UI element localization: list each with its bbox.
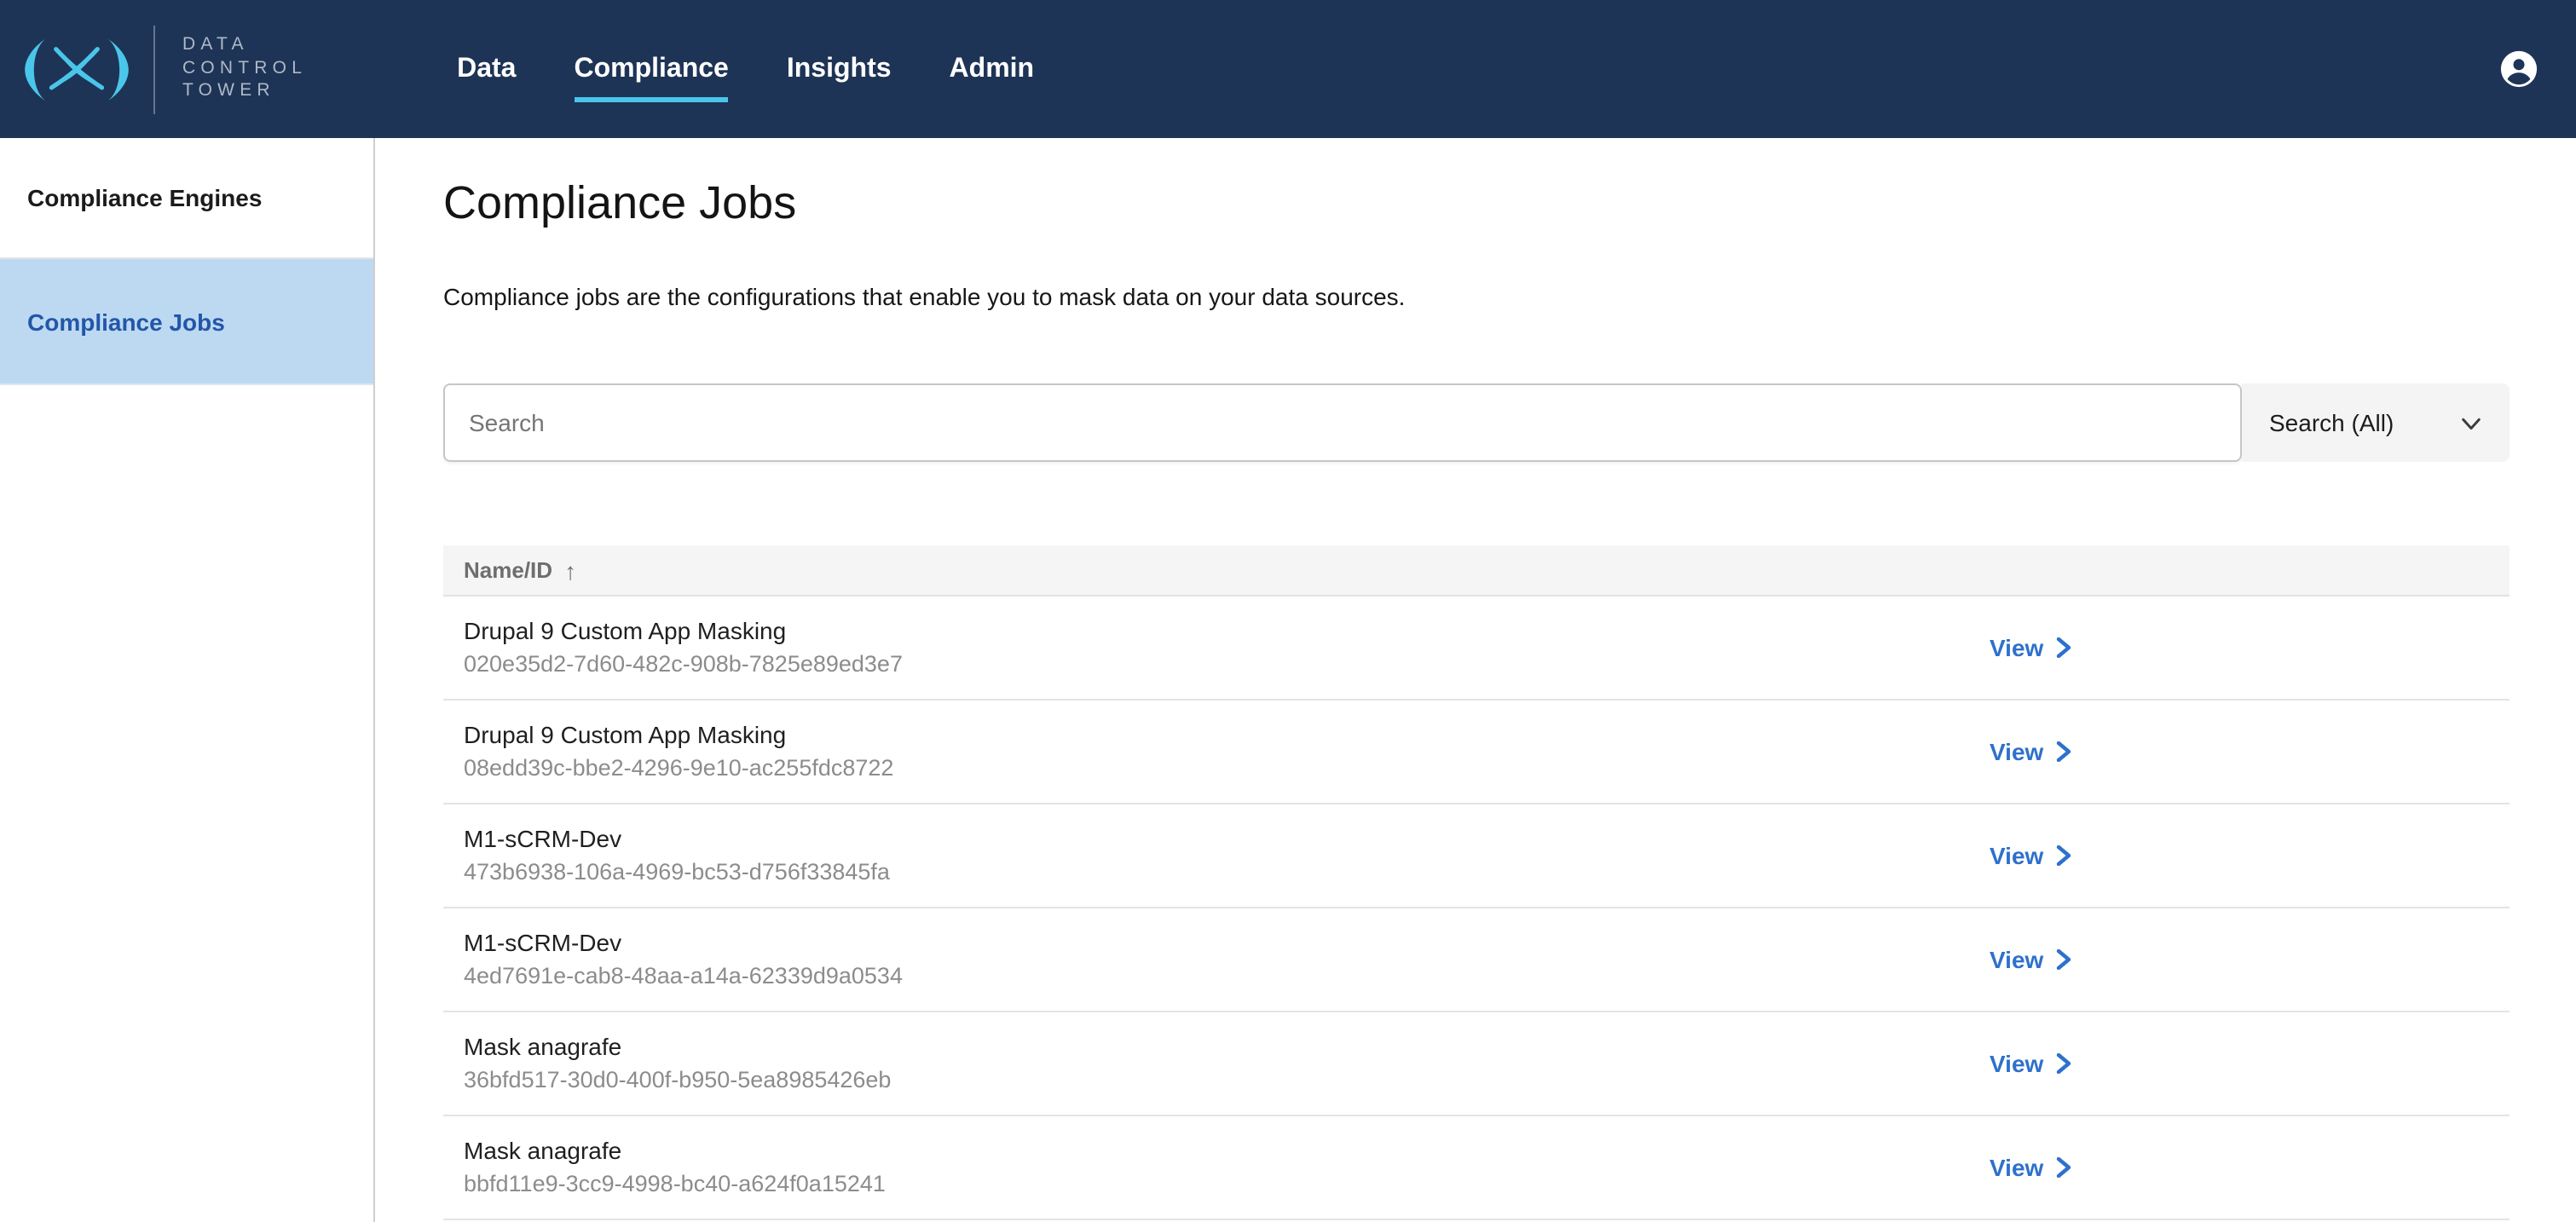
job-name: Mask anagrafe bbox=[464, 1031, 2489, 1062]
main-nav: Data Compliance Insights Admin bbox=[457, 52, 1034, 86]
page-description: Compliance jobs are the configurations t… bbox=[443, 281, 2510, 312]
chevron-right-icon bbox=[2055, 845, 2071, 866]
job-id: 08edd39c-bbe2-4296-9e10-ac255fdc8722 bbox=[464, 753, 2489, 782]
chevron-right-icon bbox=[2055, 1157, 2071, 1178]
table-row: Mask anagrafe bbfd11e9-3cc9-4998-bc40-a6… bbox=[443, 1116, 2510, 1220]
view-link[interactable]: View bbox=[1990, 946, 2071, 973]
sidebar: Compliance Engines Compliance Jobs bbox=[0, 138, 375, 1222]
job-name: M1-sCRM-Dev bbox=[464, 823, 2489, 854]
jobs-table-body: Drupal 9 Custom App Masking 020e35d2-7d6… bbox=[443, 597, 2510, 1220]
chevron-right-icon bbox=[2055, 949, 2071, 970]
sidebar-item-label: Compliance Jobs bbox=[27, 308, 225, 335]
main-content: Compliance Jobs Compliance jobs are the … bbox=[375, 138, 2576, 1222]
search-input[interactable] bbox=[443, 383, 2242, 462]
sort-ascending-icon: ↑ bbox=[564, 558, 576, 582]
view-link-label: View bbox=[1990, 946, 2043, 973]
view-link[interactable]: View bbox=[1990, 634, 2071, 661]
view-link-label: View bbox=[1990, 634, 2043, 661]
job-id: 36bfd517-30d0-400f-b950-5ea8985426eb bbox=[464, 1065, 2489, 1094]
search-bar: Search (All) bbox=[443, 383, 2510, 462]
table-header-name-id[interactable]: Name/ID ↑ bbox=[443, 545, 2510, 597]
view-link[interactable]: View bbox=[1990, 1154, 2071, 1181]
column-header-label: Name/ID bbox=[464, 557, 552, 583]
page-title: Compliance Jobs bbox=[443, 176, 2510, 230]
job-name: M1-sCRM-Dev bbox=[464, 927, 2489, 958]
brand-line-1: DATA bbox=[182, 35, 307, 58]
table-row: Drupal 9 Custom App Masking 020e35d2-7d6… bbox=[443, 597, 2510, 700]
logo-divider bbox=[153, 25, 155, 113]
view-link[interactable]: View bbox=[1990, 738, 2071, 765]
brand-line-2: CONTROL bbox=[182, 58, 307, 81]
app-window: DATA CONTROL TOWER Data Compliance Insig… bbox=[0, 0, 2576, 1222]
compliance-jobs-table: Name/ID ↑ Drupal 9 Custom App Masking 02… bbox=[443, 545, 2510, 1220]
view-link-label: View bbox=[1990, 1050, 2043, 1077]
nav-item-data[interactable]: Data bbox=[457, 52, 516, 86]
job-id: 473b6938-106a-4969-bc53-d756f33845fa bbox=[464, 857, 2489, 886]
sidebar-item-compliance-jobs[interactable]: Compliance Jobs bbox=[0, 259, 373, 385]
job-id: 4ed7691e-cab8-48aa-a14a-62339d9a0534 bbox=[464, 961, 2489, 990]
sidebar-item-compliance-engines[interactable]: Compliance Engines bbox=[0, 138, 373, 259]
top-navbar: DATA CONTROL TOWER Data Compliance Insig… bbox=[0, 0, 2576, 138]
table-row: Drupal 9 Custom App Masking 08edd39c-bbe… bbox=[443, 700, 2510, 804]
chevron-right-icon bbox=[2055, 1053, 2071, 1074]
job-id: bbfd11e9-3cc9-4998-bc40-a624f0a15241 bbox=[464, 1169, 2489, 1198]
job-name: Drupal 9 Custom App Masking bbox=[464, 615, 2489, 646]
table-row: M1-sCRM-Dev 4ed7691e-cab8-48aa-a14a-6233… bbox=[443, 908, 2510, 1012]
chevron-right-icon bbox=[2055, 637, 2071, 658]
view-link-label: View bbox=[1990, 842, 2043, 869]
nav-item-admin[interactable]: Admin bbox=[950, 52, 1035, 86]
search-scope-label: Search (All) bbox=[2269, 409, 2394, 436]
job-name: Drupal 9 Custom App Masking bbox=[464, 719, 2489, 750]
brand-wordmark: DATA CONTROL TOWER bbox=[182, 35, 307, 104]
chevron-right-icon bbox=[2055, 741, 2071, 762]
chevron-down-icon bbox=[2460, 412, 2482, 434]
view-link-label: View bbox=[1990, 738, 2043, 765]
table-row: Mask anagrafe 36bfd517-30d0-400f-b950-5e… bbox=[443, 1012, 2510, 1116]
app-logo: DATA CONTROL TOWER bbox=[20, 25, 307, 113]
brand-line-3: TOWER bbox=[182, 81, 307, 104]
view-link-label: View bbox=[1990, 1154, 2043, 1181]
table-row: M1-sCRM-Dev 473b6938-106a-4969-bc53-d756… bbox=[443, 804, 2510, 908]
job-id: 020e35d2-7d60-482c-908b-7825e89ed3e7 bbox=[464, 649, 2489, 678]
sidebar-item-label: Compliance Engines bbox=[27, 184, 262, 211]
nav-item-compliance[interactable]: Compliance bbox=[574, 52, 728, 86]
view-link[interactable]: View bbox=[1990, 1050, 2071, 1077]
search-scope-dropdown[interactable]: Search (All) bbox=[2242, 383, 2510, 462]
job-name: Mask anagrafe bbox=[464, 1135, 2489, 1166]
nav-item-insights[interactable]: Insights bbox=[787, 52, 892, 86]
delphix-x-logo-icon bbox=[20, 26, 133, 112]
account-circle-icon[interactable] bbox=[2499, 49, 2538, 89]
view-link[interactable]: View bbox=[1990, 842, 2071, 869]
